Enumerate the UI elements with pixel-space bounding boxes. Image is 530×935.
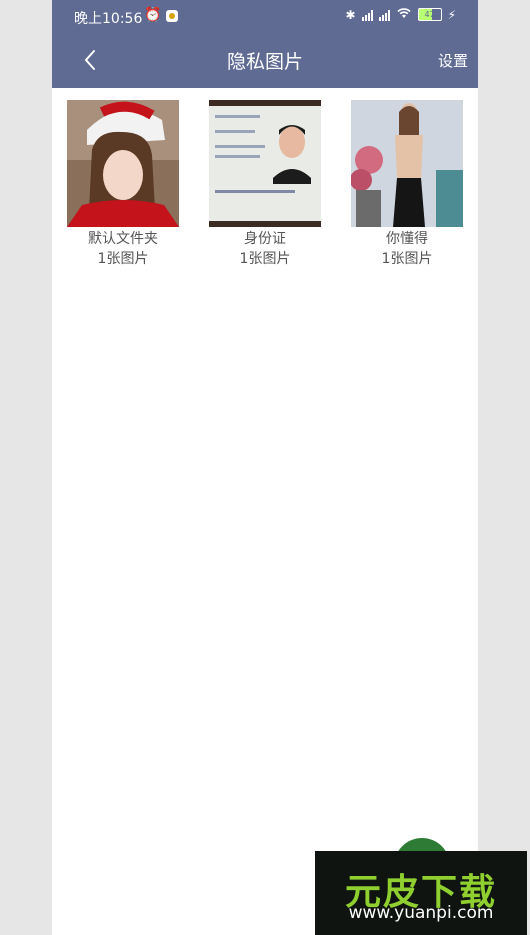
folder-name: 你懂得 bbox=[386, 231, 428, 247]
signal-icon-2 bbox=[378, 9, 390, 21]
bluetooth-icon: ✱ bbox=[345, 7, 356, 22]
folder-thumbnail bbox=[209, 100, 321, 227]
watermark-logo: 元皮下载 www.yuanpi.com bbox=[315, 851, 527, 935]
folder-count: 1张图片 bbox=[381, 251, 433, 267]
alarm-icon: ⏰ bbox=[144, 7, 162, 23]
folder-name: 身份证 bbox=[244, 231, 286, 247]
page-title: 隐私图片 bbox=[226, 51, 303, 73]
signal-icon bbox=[361, 9, 373, 21]
charging-icon: ⚡ bbox=[447, 7, 456, 22]
folder-count: 1张图片 bbox=[239, 251, 291, 267]
status-indicators: ✱ 47 ⚡ bbox=[346, 7, 457, 22]
folder-item[interactable]: 默认文件夹 1张图片 bbox=[67, 100, 179, 269]
watermark-url: www.yuanpi.com bbox=[348, 903, 494, 923]
folder-item[interactable]: 你懂得 1张图片 bbox=[351, 100, 463, 269]
app-notification-icon bbox=[166, 10, 178, 22]
battery-icon: 47 bbox=[417, 8, 442, 21]
phone-screen: 晚上10:56 ⏰ ✱ 47 ⚡ 隐私图片 设置 默认文件夹 1张图片 身份证 … bbox=[52, 0, 478, 935]
folder-item[interactable]: 身份证 1张图片 bbox=[209, 100, 321, 269]
wifi-icon bbox=[396, 7, 412, 22]
folder-thumbnail bbox=[351, 100, 463, 227]
folder-name: 默认文件夹 bbox=[88, 231, 158, 247]
status-bar: 晚上10:56 ⏰ ✱ 47 ⚡ bbox=[52, 0, 478, 32]
status-time: 晚上10:56 bbox=[74, 11, 143, 27]
title-bar: 隐私图片 设置 bbox=[52, 32, 478, 88]
folder-count: 1张图片 bbox=[97, 251, 149, 267]
folder-thumbnail bbox=[67, 100, 179, 227]
settings-button[interactable]: 设置 bbox=[438, 50, 468, 71]
